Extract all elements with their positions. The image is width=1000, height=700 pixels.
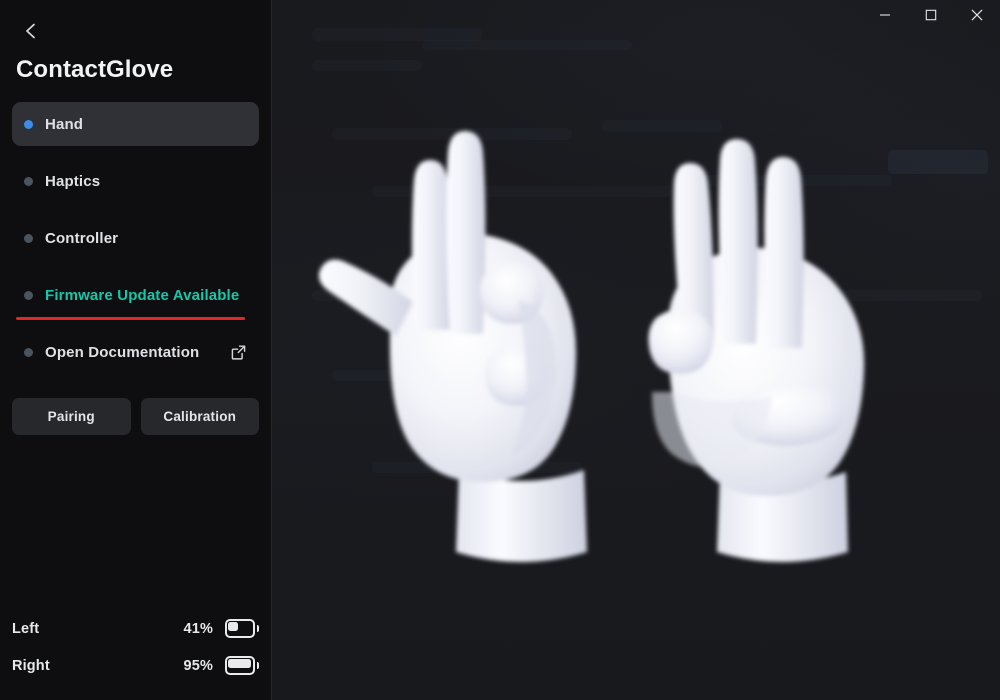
status-dot-icon — [24, 119, 33, 129]
battery-label: Right — [12, 657, 50, 674]
sidebar-item-firmware-update[interactable]: Firmware Update Available — [12, 273, 259, 320]
close-button[interactable] — [954, 0, 1000, 30]
calibration-button[interactable]: Calibration — [140, 398, 259, 435]
status-dot-icon — [24, 176, 33, 186]
battery-percent: 41% — [183, 620, 213, 637]
sidebar-item-haptics[interactable]: Haptics — [12, 159, 259, 203]
sidebar-item-label: Firmware Update Available — [45, 286, 240, 304]
sidebar-nav: Hand Haptics Controller Firmware Update … — [0, 102, 271, 387]
status-dot-icon — [24, 233, 33, 243]
maximize-icon — [925, 9, 937, 21]
window-controls — [862, 0, 1000, 30]
external-link-icon — [230, 344, 247, 361]
hand-models[interactable] — [272, 0, 1000, 700]
sidebar-item-label: Open Documentation — [45, 343, 200, 361]
hand-model-left — [318, 131, 587, 562]
sidebar-action-buttons: Pairing Calibration — [0, 398, 271, 435]
status-dot-icon — [24, 290, 33, 300]
battery-status-panel: Left 41% Right 95% — [0, 610, 271, 700]
sidebar: ContactGlove Hand Haptics Controller Fir… — [0, 0, 272, 700]
battery-icon-right — [225, 656, 259, 675]
minimize-button[interactable] — [862, 0, 908, 30]
battery-row-left: Left 41% — [12, 610, 259, 647]
app-window: ContactGlove Hand Haptics Controller Fir… — [0, 0, 1000, 700]
status-dot-icon — [24, 347, 33, 357]
sidebar-item-controller[interactable]: Controller — [12, 216, 259, 260]
app-title: ContactGlove — [16, 56, 174, 83]
sidebar-item-open-documentation[interactable]: Open Documentation — [12, 330, 259, 374]
pairing-button[interactable]: Pairing — [12, 398, 131, 435]
battery-icon-left — [225, 619, 259, 638]
sidebar-item-label: Controller — [45, 229, 119, 247]
update-alert-underline — [16, 317, 245, 320]
back-button[interactable] — [12, 12, 50, 50]
sidebar-item-label: Hand — [45, 115, 84, 133]
hand-preview-viewport[interactable] — [272, 0, 1000, 700]
hand-model-right — [648, 139, 865, 562]
battery-percent: 95% — [183, 657, 213, 674]
sidebar-item-label: Haptics — [45, 172, 101, 190]
chevron-left-icon — [26, 23, 35, 39]
battery-row-right: Right 95% — [12, 647, 259, 684]
minimize-icon — [880, 14, 890, 16]
maximize-button[interactable] — [908, 0, 954, 30]
sidebar-item-hand[interactable]: Hand — [12, 102, 259, 146]
close-icon — [971, 9, 983, 21]
battery-label: Left — [12, 620, 40, 637]
